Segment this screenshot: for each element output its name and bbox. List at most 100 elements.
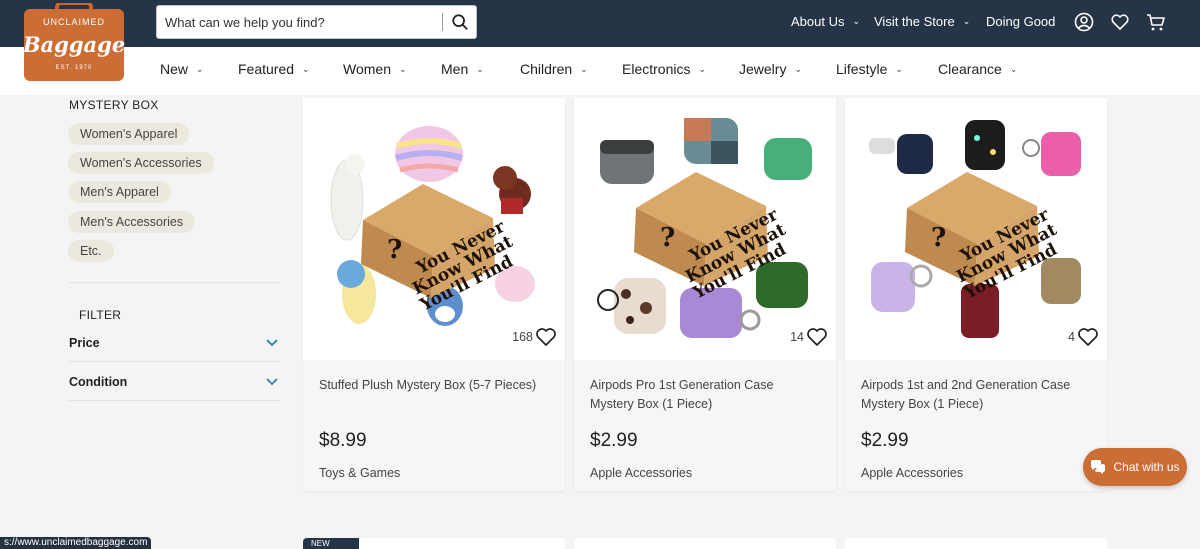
filter-condition[interactable]: Condition bbox=[69, 375, 280, 389]
nav-about-us-label: About Us bbox=[791, 14, 845, 29]
sidebar-title: MYSTERY BOX bbox=[69, 98, 159, 112]
product-name[interactable]: Airpods 1st and 2nd Generation Case Myst… bbox=[861, 376, 1091, 414]
unclaimed-baggage-logo[interactable]: UNCLAIMED Baggage EST. 1970 bbox=[22, 3, 126, 83]
search-bar[interactable] bbox=[156, 5, 477, 39]
category-electronics[interactable]: Electronics ⌄ bbox=[622, 61, 706, 77]
category-label: Women bbox=[343, 61, 391, 77]
favorite-button[interactable]: 14 bbox=[790, 327, 828, 347]
favorite-count: 4 bbox=[1068, 330, 1075, 344]
search-input[interactable] bbox=[165, 13, 435, 31]
product-price: $2.99 bbox=[590, 430, 638, 451]
product-card[interactable]: You Never Know What You'll Find ? 14 Air… bbox=[574, 98, 836, 491]
chevron-down-icon bbox=[266, 339, 278, 347]
divider bbox=[69, 361, 280, 362]
chevron-down-icon: ⌄ bbox=[895, 63, 903, 74]
chevron-down-icon: ⌄ bbox=[196, 63, 204, 74]
filter-price-label: Price bbox=[69, 336, 100, 350]
category-label: Electronics bbox=[622, 61, 691, 77]
chevron-down-icon: ⌄ bbox=[698, 63, 707, 74]
svg-text:?: ? bbox=[660, 223, 675, 253]
product-info: Stuffed Plush Mystery Box (5-7 Pieces) $… bbox=[303, 360, 565, 491]
product-info: Airpods Pro 1st Generation Case Mystery … bbox=[574, 360, 836, 491]
chevron-down-icon: ⌄ bbox=[962, 16, 971, 26]
chevron-down-icon: ⌄ bbox=[852, 16, 861, 26]
cart-icon[interactable] bbox=[1146, 12, 1166, 32]
heart-icon bbox=[536, 328, 556, 346]
category-label: Lifestyle bbox=[836, 61, 888, 77]
product-image[interactable]: You Never Know What You'll Find ? bbox=[574, 98, 836, 360]
chevron-down-icon: ⌄ bbox=[580, 63, 588, 74]
product-category: Toys & Games bbox=[319, 466, 401, 480]
product-category: Apple Accessories bbox=[590, 466, 693, 480]
product-card[interactable] bbox=[845, 538, 1107, 549]
category-women[interactable]: Women ⌄ bbox=[343, 61, 407, 77]
favorite-button[interactable]: 4 bbox=[1068, 327, 1099, 347]
svg-text:Baggage: Baggage bbox=[22, 32, 125, 57]
status-url: s://www.unclaimedbaggage.com bbox=[0, 537, 152, 549]
category-jewelry[interactable]: Jewelry ⌄ bbox=[739, 61, 802, 77]
svg-text:?: ? bbox=[931, 223, 946, 253]
product-image[interactable]: You Never Know What You'll Find ? bbox=[303, 98, 565, 360]
chip-womens-apparel[interactable]: Women's Apparel bbox=[68, 123, 190, 145]
search-separator bbox=[442, 13, 443, 31]
filter-price[interactable]: Price bbox=[69, 336, 280, 350]
user-circle-icon[interactable] bbox=[1074, 12, 1094, 32]
category-label: Children bbox=[520, 61, 573, 77]
divider bbox=[69, 282, 280, 283]
product-name[interactable]: Airpods Pro 1st Generation Case Mystery … bbox=[590, 376, 820, 414]
category-label: Clearance bbox=[938, 61, 1002, 77]
filter-title: FILTER bbox=[79, 308, 122, 322]
svg-text:?: ? bbox=[387, 235, 402, 265]
chat-button[interactable]: Chat with us bbox=[1083, 448, 1187, 486]
favorite-button[interactable]: 168 bbox=[512, 327, 557, 347]
nav-visit-store[interactable]: Visit the Store ⌄ bbox=[874, 14, 970, 29]
nav-about-us[interactable]: About Us ⌄ bbox=[791, 14, 860, 29]
product-info: Airpods 1st and 2nd Generation Case Myst… bbox=[845, 360, 1107, 491]
product-card[interactable]: You Never Know What You'll Find ? 4 Airp… bbox=[845, 98, 1107, 491]
category-new[interactable]: New ⌄ bbox=[160, 61, 204, 77]
new-badge: NEW bbox=[303, 538, 359, 549]
sidebar: MYSTERY BOX Women's Apparel Women's Acce… bbox=[0, 95, 300, 549]
category-label: New bbox=[160, 61, 189, 77]
chevron-down-icon bbox=[266, 378, 278, 386]
category-label: Featured bbox=[238, 61, 295, 77]
category-label: Men bbox=[441, 61, 469, 77]
chevron-down-icon: ⌄ bbox=[476, 63, 484, 74]
category-featured[interactable]: Featured ⌄ bbox=[238, 61, 310, 77]
product-name[interactable]: Stuffed Plush Mystery Box (5-7 Pieces) bbox=[319, 376, 549, 395]
chip-etc[interactable]: Etc. bbox=[68, 240, 114, 262]
product-card[interactable]: NEW bbox=[303, 538, 565, 549]
svg-text:UNCLAIMED: UNCLAIMED bbox=[43, 17, 105, 27]
search-icon[interactable] bbox=[451, 13, 469, 31]
nav-visit-store-label: Visit the Store bbox=[874, 14, 955, 29]
favorite-count: 168 bbox=[512, 330, 533, 344]
product-image[interactable]: You Never Know What You'll Find ? bbox=[845, 98, 1107, 360]
chevron-down-icon: ⌄ bbox=[398, 63, 407, 74]
favorite-count: 14 bbox=[790, 330, 804, 344]
nav-doing-good[interactable]: Doing Good bbox=[986, 14, 1055, 29]
heart-icon[interactable] bbox=[1110, 12, 1130, 32]
category-children[interactable]: Children ⌄ bbox=[520, 61, 588, 77]
heart-icon bbox=[807, 328, 827, 346]
product-price: $2.99 bbox=[861, 430, 909, 451]
product-card[interactable] bbox=[574, 538, 836, 549]
chat-label: Chat with us bbox=[1113, 460, 1180, 474]
filter-condition-label: Condition bbox=[69, 375, 128, 389]
chip-womens-accessories[interactable]: Women's Accessories bbox=[68, 152, 214, 174]
product-category: Apple Accessories bbox=[861, 466, 964, 480]
nav-doing-good-label: Doing Good bbox=[986, 14, 1056, 29]
category-lifestyle[interactable]: Lifestyle ⌄ bbox=[836, 61, 903, 77]
category-men[interactable]: Men ⌄ bbox=[441, 61, 484, 77]
chat-icon bbox=[1091, 460, 1106, 474]
chip-mens-accessories[interactable]: Men's Accessories bbox=[68, 211, 196, 233]
chevron-down-icon: ⌄ bbox=[302, 63, 310, 74]
chevron-down-icon: ⌄ bbox=[794, 63, 803, 74]
product-card[interactable]: You Never Know What You'll Find ? 168 St… bbox=[303, 98, 565, 491]
product-price: $8.99 bbox=[319, 430, 367, 451]
category-label: Jewelry bbox=[739, 61, 787, 77]
chevron-down-icon: ⌄ bbox=[1009, 63, 1018, 74]
svg-text:EST. 1970: EST. 1970 bbox=[56, 65, 93, 71]
heart-icon bbox=[1078, 328, 1098, 346]
chip-mens-apparel[interactable]: Men's Apparel bbox=[68, 181, 171, 203]
category-clearance[interactable]: Clearance ⌄ bbox=[938, 61, 1017, 77]
